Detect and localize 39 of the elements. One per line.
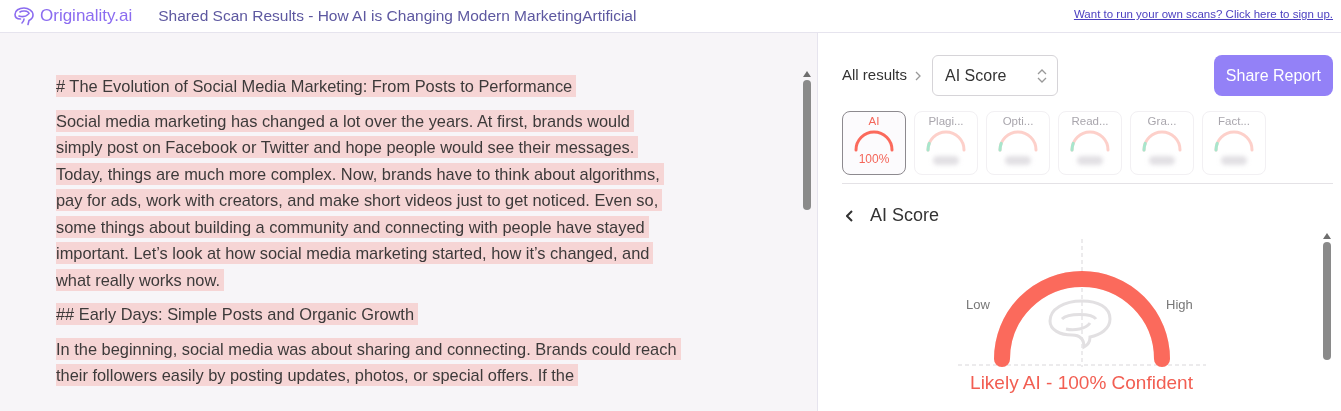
- mini-gauge-icon: [1212, 128, 1256, 152]
- brand-name[interactable]: Originality.ai: [40, 3, 133, 29]
- high-label: High: [1165, 297, 1193, 312]
- mini-gauge-icon: [924, 128, 968, 152]
- share-report-button[interactable]: Share Report: [1213, 55, 1333, 96]
- score-tab[interactable]: Read...: [1058, 111, 1122, 175]
- blurred-value: [1149, 156, 1175, 165]
- score-tab[interactable]: AI 100%: [842, 111, 906, 175]
- document-text: In the beginning, social media was about sharing and connecting. Brands could reach their followers easily by posting updates, photos, or special offers. If the: [56, 335, 678, 389]
- blurred-value: [1221, 156, 1247, 165]
- scroll-up-icon[interactable]: [1323, 233, 1331, 239]
- blurred-value: [933, 156, 959, 165]
- brain-logo-icon: [12, 6, 36, 26]
- document-text: ## Early Days: Simple Posts and Organic Growth: [56, 301, 418, 328]
- blurred-value: [1005, 156, 1031, 165]
- verdict-text: Likely AI - 100% Confident: [970, 371, 1193, 395]
- score-tab[interactable]: Fact...: [1202, 111, 1266, 175]
- mini-gauge-icon: [852, 128, 896, 152]
- score-tab[interactable]: Plagi...: [914, 111, 978, 175]
- score-tab[interactable]: Gra...: [1130, 111, 1194, 175]
- sort-caret-icon: [1037, 67, 1048, 84]
- low-label: Low: [965, 297, 990, 312]
- score-tab[interactable]: Opti...: [986, 111, 1050, 175]
- brain-icon: [1048, 299, 1111, 349]
- page-title: Shared Scan Results - How AI is Changing Modern MarketingArtificial: [158, 6, 637, 27]
- back-icon[interactable]: [846, 209, 854, 222]
- blurred-value: [1077, 156, 1103, 165]
- scroll-up-icon[interactable]: [803, 71, 811, 77]
- mini-gauge-icon: [1068, 128, 1112, 152]
- scrollbar-thumb[interactable]: [1323, 242, 1331, 360]
- mini-gauge-icon: [996, 128, 1040, 152]
- scrollbar-thumb[interactable]: [803, 80, 811, 210]
- section-title: AI Score: [870, 204, 940, 227]
- breadcrumb-link[interactable]: All results: [842, 64, 908, 87]
- document-text: # The Evolution of Social Media Marketing: From Posts to Performance: [56, 73, 577, 100]
- chevron-right-icon: [915, 70, 923, 81]
- mini-gauge-icon: [1140, 128, 1184, 152]
- view-select[interactable]: AI Score: [932, 55, 1059, 96]
- signup-link[interactable]: Want to run your own scans? Click here to sign up.: [1073, 6, 1333, 24]
